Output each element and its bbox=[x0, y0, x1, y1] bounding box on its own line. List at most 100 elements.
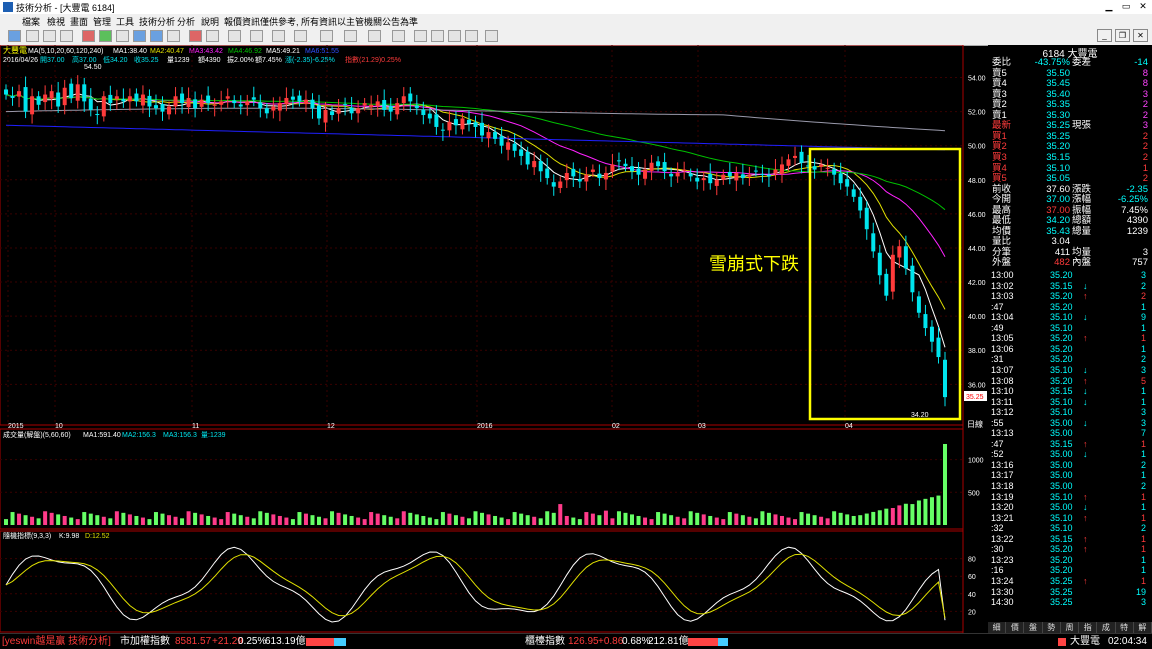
layout-2-icon[interactable] bbox=[150, 30, 163, 42]
price-tick-label: 46.00 bbox=[968, 212, 986, 219]
tick-price: 35.25 bbox=[1050, 586, 1073, 597]
candle-icon[interactable] bbox=[82, 30, 95, 42]
tick-row: 13:11 35.10 ↓ 1 bbox=[988, 397, 1152, 408]
ask-row: 賣4 35.45 8 bbox=[988, 79, 1152, 90]
fibonacci-icon[interactable] bbox=[294, 30, 307, 42]
quote-tab[interactable]: 成 bbox=[1097, 622, 1116, 633]
volume-bar bbox=[180, 518, 185, 525]
candle-body bbox=[649, 162, 654, 171]
volume-bar bbox=[871, 511, 876, 525]
rectangle-icon[interactable] bbox=[344, 30, 357, 42]
menu-manage[interactable]: 管理 bbox=[93, 15, 111, 28]
candle-body bbox=[701, 178, 706, 181]
tick-row: 13:23 35.20 1 bbox=[988, 555, 1152, 566]
tick-time: 13:10 bbox=[991, 386, 1014, 397]
quote-tab[interactable]: 盤 bbox=[1024, 622, 1043, 633]
tick-time: :30 bbox=[991, 544, 1004, 555]
candle-body bbox=[603, 172, 608, 180]
ask-row: 賣3 35.40 3 bbox=[988, 89, 1152, 101]
candle-body bbox=[538, 161, 543, 172]
volume-bar bbox=[688, 511, 693, 525]
mdi-minimize-icon[interactable]: _ bbox=[1097, 29, 1112, 42]
volume-bar bbox=[17, 513, 22, 525]
quote-tab[interactable]: 指 bbox=[1079, 622, 1098, 633]
crosshair-icon[interactable] bbox=[26, 30, 39, 42]
volume-bar bbox=[421, 515, 426, 525]
maximize-icon[interactable]: ▭ bbox=[1119, 1, 1133, 12]
taiex-amount: 613.19億 bbox=[265, 636, 306, 647]
new-window-icon[interactable] bbox=[8, 30, 21, 42]
mdi-close-icon[interactable]: ✕ bbox=[1133, 29, 1148, 42]
color-icon[interactable] bbox=[99, 30, 112, 42]
volume-bar bbox=[447, 513, 452, 525]
quote-tab[interactable]: 細 bbox=[988, 622, 1007, 633]
line-tool-icon[interactable] bbox=[206, 30, 219, 42]
menu-tools[interactable]: 工具 bbox=[116, 15, 134, 28]
current-price-tag-text: 35.25 bbox=[966, 394, 984, 401]
volume-bar bbox=[519, 513, 524, 525]
date-label: 04 bbox=[845, 423, 853, 430]
candle-body bbox=[473, 122, 478, 127]
volume-bar bbox=[434, 519, 439, 525]
otc-name: 櫃檯指數 bbox=[525, 636, 565, 647]
save-icon[interactable] bbox=[485, 30, 498, 42]
link-icon[interactable] bbox=[448, 30, 461, 42]
menu-analysis[interactable]: 分析 bbox=[177, 15, 195, 28]
bid-price: 35.15 bbox=[1046, 151, 1070, 163]
grid-icon[interactable] bbox=[116, 30, 129, 42]
trend-line-icon[interactable] bbox=[272, 30, 285, 42]
candle-body bbox=[343, 104, 348, 106]
zoom-icon[interactable] bbox=[43, 30, 56, 42]
tick-price: 35.00 bbox=[1050, 502, 1073, 513]
candle-body bbox=[427, 113, 432, 119]
minimize-icon[interactable]: ▁ bbox=[1102, 1, 1116, 12]
layout-3-icon[interactable] bbox=[167, 30, 180, 42]
text-tool-icon[interactable] bbox=[392, 30, 405, 42]
quote-tab[interactable]: 周 bbox=[1061, 622, 1080, 633]
volume-bar bbox=[806, 513, 811, 525]
menu-screen[interactable]: 畫面 bbox=[70, 15, 88, 28]
candle-body bbox=[82, 84, 87, 102]
quote-tab[interactable]: 價 bbox=[1006, 622, 1025, 633]
tick-arrow-icon: ↓ bbox=[1083, 449, 1088, 460]
tick-price: 35.00 bbox=[1050, 449, 1073, 460]
volume-bar bbox=[538, 518, 543, 525]
menu-technical-analysis[interactable]: 技術分析 bbox=[139, 15, 175, 28]
candle-body bbox=[551, 182, 556, 187]
volume-bar bbox=[199, 514, 204, 525]
close-icon[interactable]: ✕ bbox=[1136, 1, 1150, 12]
quote-tab[interactable]: 特 bbox=[1116, 622, 1134, 633]
candle-body bbox=[923, 314, 928, 329]
ellipse-icon[interactable] bbox=[368, 30, 381, 42]
eraser-icon[interactable] bbox=[414, 30, 427, 42]
candle-body bbox=[382, 100, 387, 110]
ask-row: 賣5 35.50 8 bbox=[988, 68, 1152, 80]
copy-icon[interactable] bbox=[431, 30, 444, 42]
mdi-restore-icon[interactable]: ❐ bbox=[1115, 29, 1130, 42]
quote-tab[interactable]: 勢 bbox=[1043, 622, 1061, 633]
menu-view[interactable]: 檢視 bbox=[47, 15, 65, 28]
volume-bar bbox=[877, 510, 882, 525]
volume-bar bbox=[167, 515, 172, 525]
quote-row-ratio: 委比 -43.75% 委差 -14 bbox=[988, 57, 1152, 69]
volume-bar bbox=[610, 518, 615, 525]
candle-body bbox=[851, 189, 856, 197]
list-icon[interactable] bbox=[465, 30, 478, 42]
menu-file[interactable]: 檔案 bbox=[22, 15, 40, 28]
menu-help[interactable]: 說明 bbox=[201, 15, 219, 28]
technical-chart[interactable]: 大豐電 MA(5,10,20,60,120,240) MA1:38.40 MA2… bbox=[0, 44, 987, 633]
layout-1-icon[interactable] bbox=[133, 30, 146, 42]
quote-tab[interactable]: 解 bbox=[1134, 622, 1152, 633]
tick-price: 35.20 bbox=[1050, 375, 1073, 386]
pen-icon[interactable] bbox=[320, 30, 333, 42]
volume-bar bbox=[460, 516, 465, 525]
bars-icon[interactable] bbox=[250, 30, 263, 42]
price-tick-label: 48.00 bbox=[968, 178, 986, 185]
chart-area[interactable]: 大豐電 MA(5,10,20,60,120,240) MA1:38.40 MA2… bbox=[0, 44, 987, 633]
draw-icon[interactable] bbox=[189, 30, 202, 42]
candlesticks bbox=[4, 75, 947, 407]
tick-time: 13:08 bbox=[991, 375, 1014, 386]
period-dropdown-icon[interactable] bbox=[60, 30, 73, 42]
tick-arrow-icon: ↑ bbox=[1083, 375, 1088, 386]
indicator-icon[interactable] bbox=[228, 30, 241, 42]
